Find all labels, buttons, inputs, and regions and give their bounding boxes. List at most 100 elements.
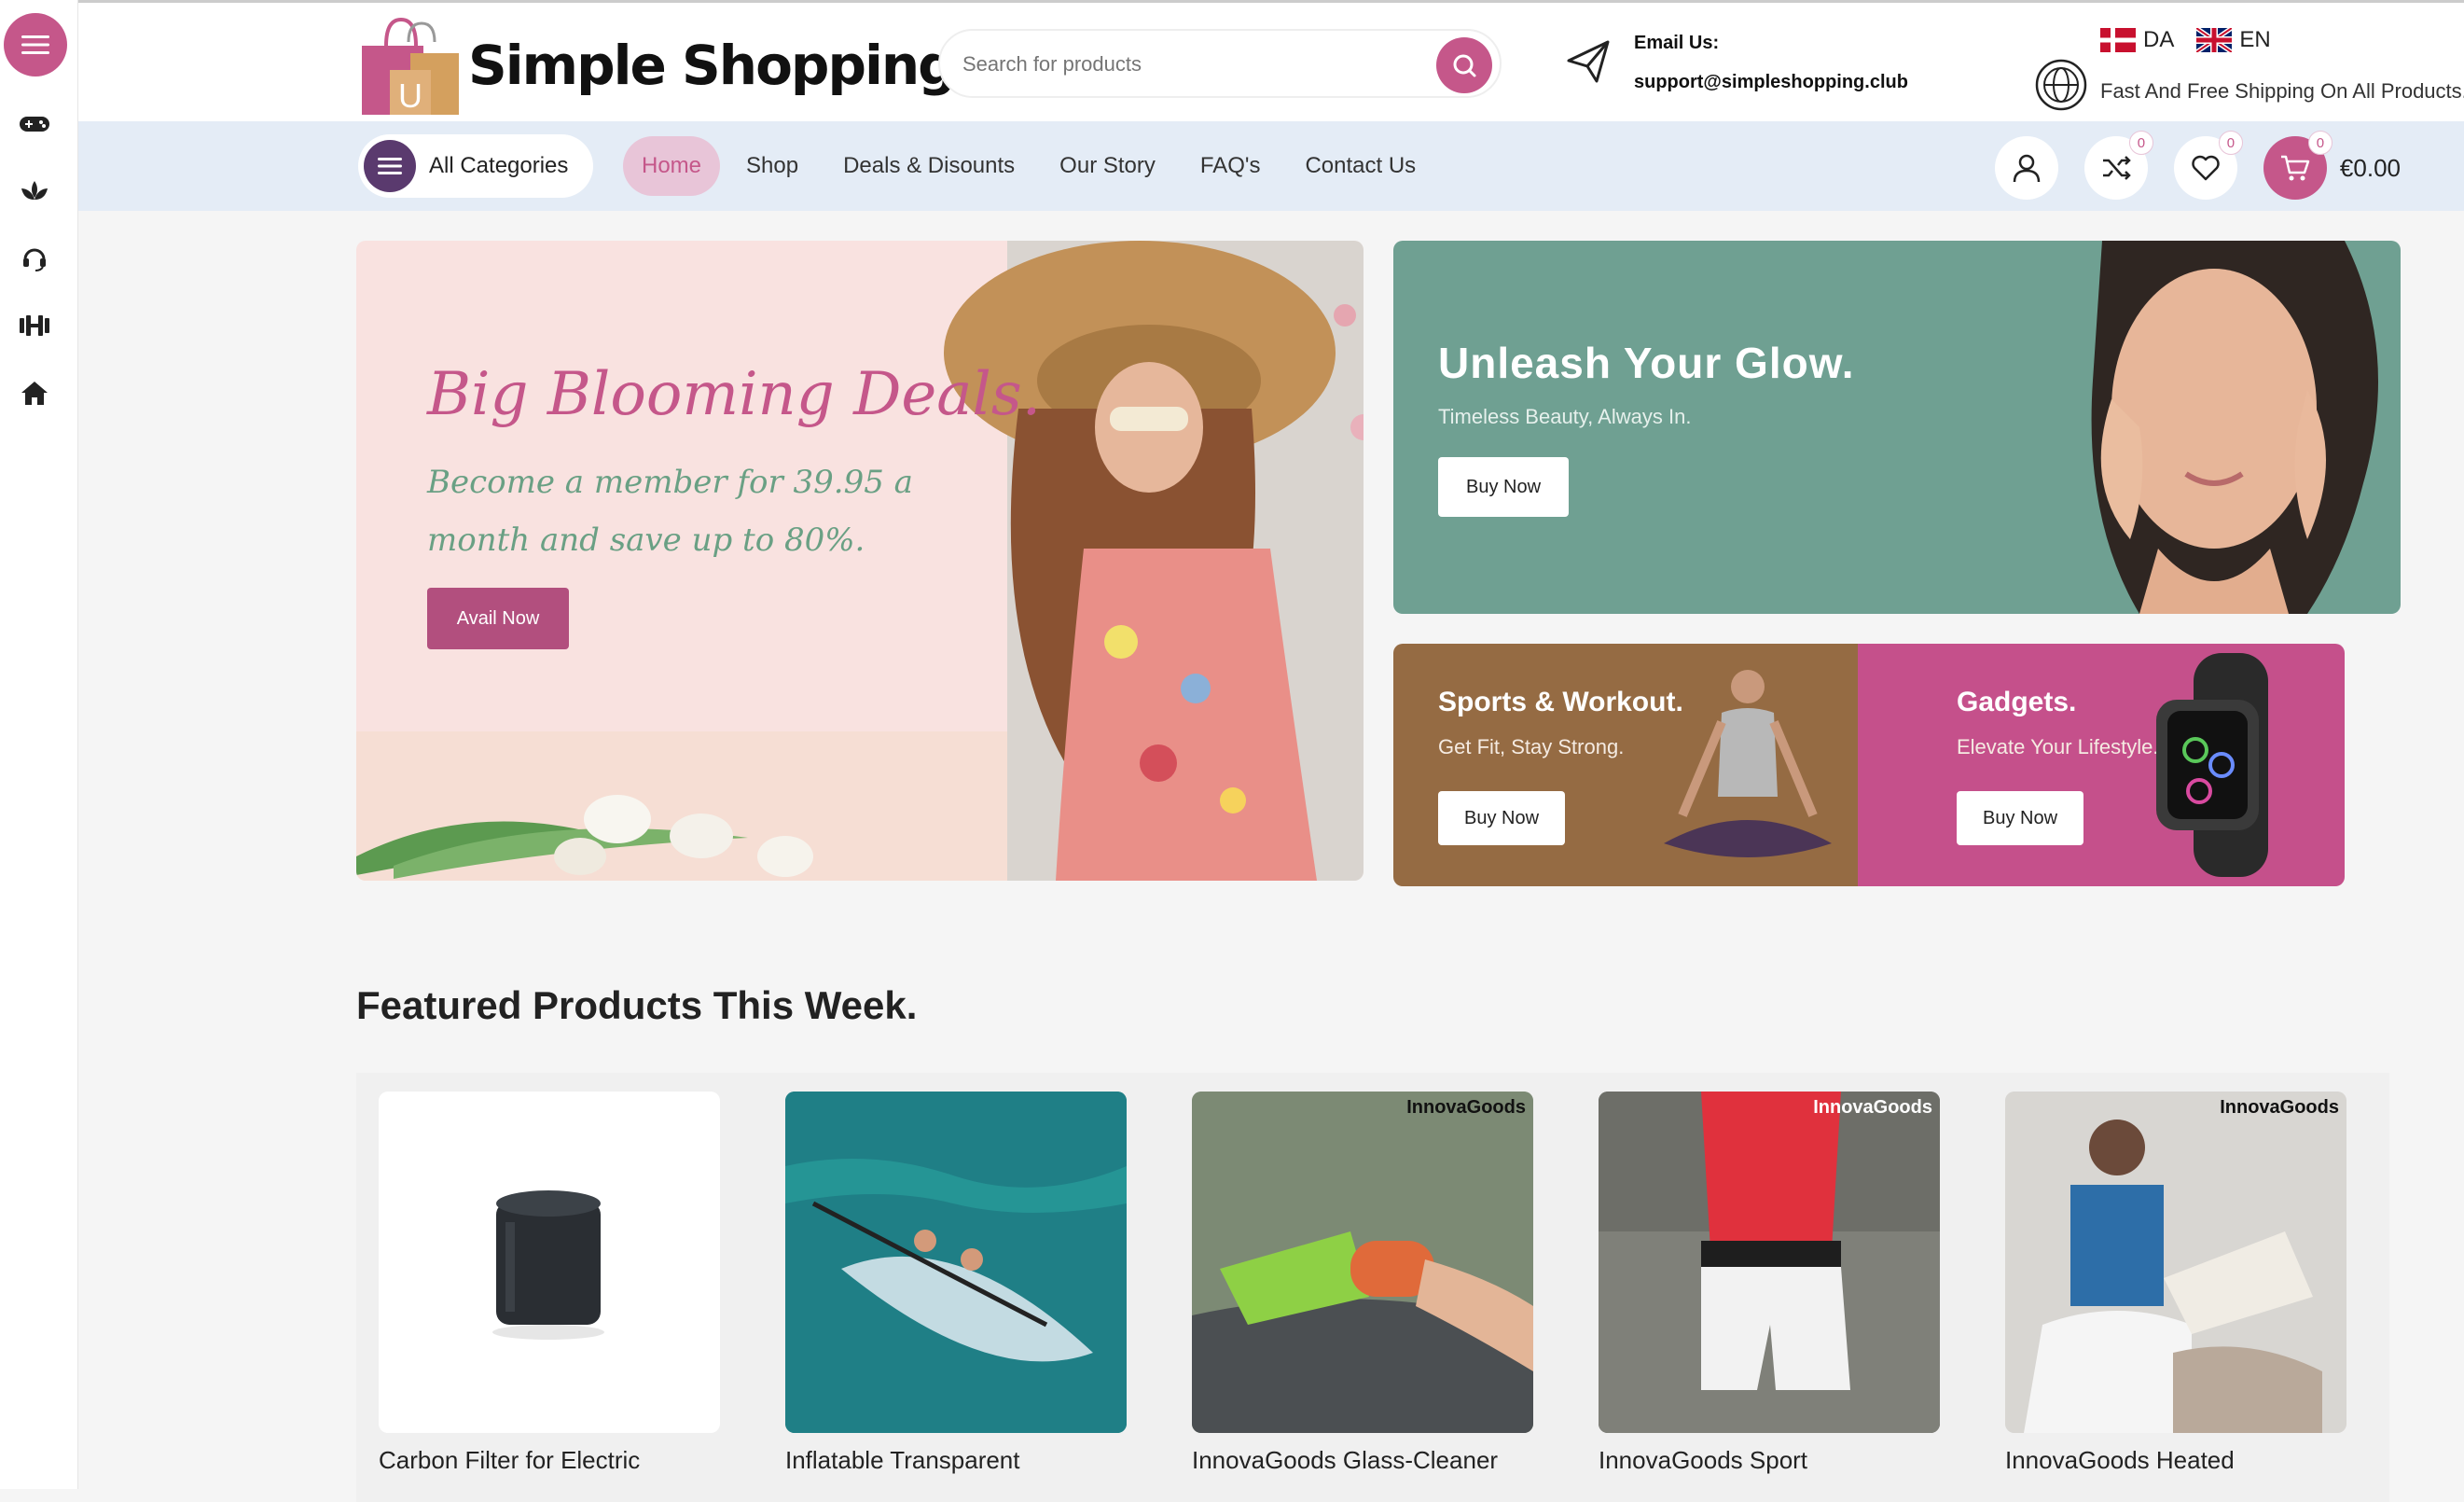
compare-button[interactable]: 0 — [2083, 131, 2153, 200]
tulips-image — [356, 795, 813, 879]
runner-image — [1599, 1092, 1940, 1433]
product-card[interactable]: Carbon Filter for Electric — [356, 1073, 763, 1502]
menu-icon — [21, 35, 49, 54]
all-categories-button[interactable]: All Categories — [358, 134, 593, 198]
product-card[interactable]: InnovaGoods InnovaGoods Sport — [1576, 1073, 1983, 1502]
logo-text: Simple Shopping — [468, 34, 957, 97]
email-label: Email Us: — [1634, 33, 1720, 53]
product-name[interactable]: InnovaGoods Glass-Cleaner — [1192, 1446, 1498, 1475]
cart-total[interactable]: €0.00 — [2340, 154, 2401, 183]
woman-face-image — [2091, 241, 2378, 614]
nav-link-home[interactable]: Home — [623, 136, 721, 196]
promo-glow-buy-button[interactable]: Buy Now — [1438, 457, 1569, 517]
avail-now-button[interactable]: Avail Now — [427, 588, 569, 649]
main-nav: All Categories Home Shop Deals & Disount… — [78, 121, 2464, 211]
promo-glow-subtitle: Timeless Beauty, Always In. — [1438, 405, 1692, 428]
sidebar-item-gaming[interactable] — [19, 108, 50, 140]
featured-section-title: Featured Products This Week. — [356, 983, 918, 1027]
cart-button[interactable]: 0 — [2263, 131, 2332, 200]
glass-cleaner-image — [1192, 1092, 1533, 1433]
language-switcher: DA EN — [2100, 27, 2271, 53]
nav-actions: 0 0 0 €0.00 — [1994, 131, 2401, 200]
flag-denmark-icon — [2100, 28, 2136, 52]
menu-icon — [378, 158, 402, 174]
search-bar — [938, 29, 1502, 98]
promo-gadgets-title: Gadgets. — [1957, 687, 2077, 717]
language-en[interactable]: EN — [2196, 27, 2271, 53]
nav-link-deals[interactable]: Deals & Disounts — [824, 136, 1033, 196]
top-header: U Simple Shopping Email Us: support@simp… — [78, 0, 2464, 121]
smartwatch-image — [2156, 653, 2268, 877]
product-image[interactable] — [379, 1092, 720, 1433]
globe-icon — [2035, 59, 2087, 111]
shuffle-icon — [2102, 156, 2131, 180]
nav-link-faq[interactable]: FAQ's — [1182, 136, 1280, 196]
nav-links: Home Shop Deals & Disounts Our Story FAQ… — [623, 134, 1442, 198]
woman-in-sunhat-image — [944, 241, 1364, 881]
nav-link-contact[interactable]: Contact Us — [1286, 136, 1434, 196]
product-image[interactable]: InnovaGoods — [1192, 1092, 1533, 1433]
product-image[interactable] — [785, 1092, 1127, 1433]
promo-sports-card[interactable]: Sports & Workout. Get Fit, Stay Strong. … — [1393, 644, 1860, 886]
product-card[interactable]: Inflatable Transparent — [763, 1073, 1170, 1502]
home-icon — [21, 382, 48, 405]
search-input[interactable] — [962, 48, 1410, 81]
product-name[interactable]: Carbon Filter for Electric — [379, 1446, 640, 1475]
hero-title: Big Blooming Deals. — [427, 360, 1042, 429]
product-brand-badge: InnovaGoods — [2220, 1097, 2339, 1118]
promo-sports-buy-button[interactable]: Buy Now — [1438, 791, 1565, 845]
promo-gadgets-card[interactable]: Gadgets. Elevate Your Lifestyle. Buy Now — [1858, 644, 2345, 886]
product-card[interactable]: InnovaGoods InnovaGoods Heated — [1983, 1073, 2389, 1502]
account-button[interactable] — [1994, 136, 2058, 200]
dumbbell-icon — [20, 315, 49, 336]
nav-link-our-story[interactable]: Our Story — [1041, 136, 1174, 196]
product-name[interactable]: InnovaGoods Heated — [2005, 1446, 2235, 1475]
shipping-notice: Fast And Free Shipping On All Products. — [2100, 79, 2464, 103]
language-en-label: EN — [2239, 27, 2271, 52]
headset-icon — [23, 248, 46, 271]
promo-glow-card[interactable]: Unleash Your Glow. Timeless Beauty, Alwa… — [1393, 241, 2401, 614]
promo-sports-subtitle: Get Fit, Stay Strong. — [1438, 735, 1625, 758]
left-sidebar — [0, 0, 78, 1489]
cart-count-badge: 0 — [2307, 131, 2332, 155]
flag-uk-icon — [2196, 28, 2233, 52]
nav-link-shop[interactable]: Shop — [727, 136, 817, 196]
language-da[interactable]: DA — [2100, 27, 2174, 53]
product-card[interactable]: InnovaGoods InnovaGoods Glass-Cleaner — [1170, 1073, 1576, 1502]
user-icon — [2013, 154, 2041, 183]
shopping-bag-logo-icon: U — [358, 14, 463, 117]
search-button[interactable] — [1436, 37, 1492, 93]
cart-icon — [2280, 155, 2310, 181]
carbon-filter-image — [492, 1190, 604, 1340]
compare-count-badge: 0 — [2128, 131, 2153, 155]
logo-letter: U — [398, 76, 422, 115]
promo-sports-title: Sports & Workout. — [1438, 687, 1683, 717]
sidebar-item-home[interactable] — [19, 377, 50, 409]
product-image[interactable]: InnovaGoods — [2005, 1092, 2346, 1433]
product-image[interactable]: InnovaGoods — [1599, 1092, 1940, 1433]
wishlist-button[interactable]: 0 — [2173, 131, 2243, 200]
site-logo[interactable]: U Simple Shopping — [358, 14, 957, 117]
sidebar-item-wellness[interactable] — [19, 175, 50, 207]
all-categories-label: All Categories — [429, 153, 569, 178]
sidebar-item-fitness[interactable] — [19, 310, 50, 341]
promo-gadgets-subtitle: Elevate Your Lifestyle. — [1957, 735, 2159, 758]
all-categories-icon-wrap — [364, 140, 416, 192]
email-address[interactable]: support@simpleshopping.club — [1634, 72, 1908, 93]
promo-glow-title: Unleash Your Glow. — [1438, 339, 1855, 387]
product-name[interactable]: InnovaGoods Sport — [1599, 1446, 1807, 1475]
sidebar-item-support[interactable] — [19, 243, 50, 274]
hero-banner: Big Blooming Deals. Become a member for … — [356, 241, 1364, 881]
gamepad-icon — [20, 117, 49, 132]
search-icon — [1453, 54, 1476, 77]
language-da-label: DA — [2143, 27, 2175, 52]
heated-pillow-image — [2005, 1092, 2346, 1433]
paper-plane-icon — [1567, 40, 1610, 83]
wishlist-count-badge: 0 — [2218, 131, 2243, 155]
promo-gadgets-buy-button[interactable]: Buy Now — [1957, 791, 2083, 845]
featured-products-list: Carbon Filter for Electric Inflatable Tr… — [356, 1073, 2389, 1502]
product-name[interactable]: Inflatable Transparent — [785, 1446, 1020, 1475]
hero-subtitle: Become a member for 39.95 a month and sa… — [427, 464, 913, 559]
sidebar-menu-button[interactable] — [4, 13, 67, 76]
kayak-image — [785, 1092, 1127, 1433]
